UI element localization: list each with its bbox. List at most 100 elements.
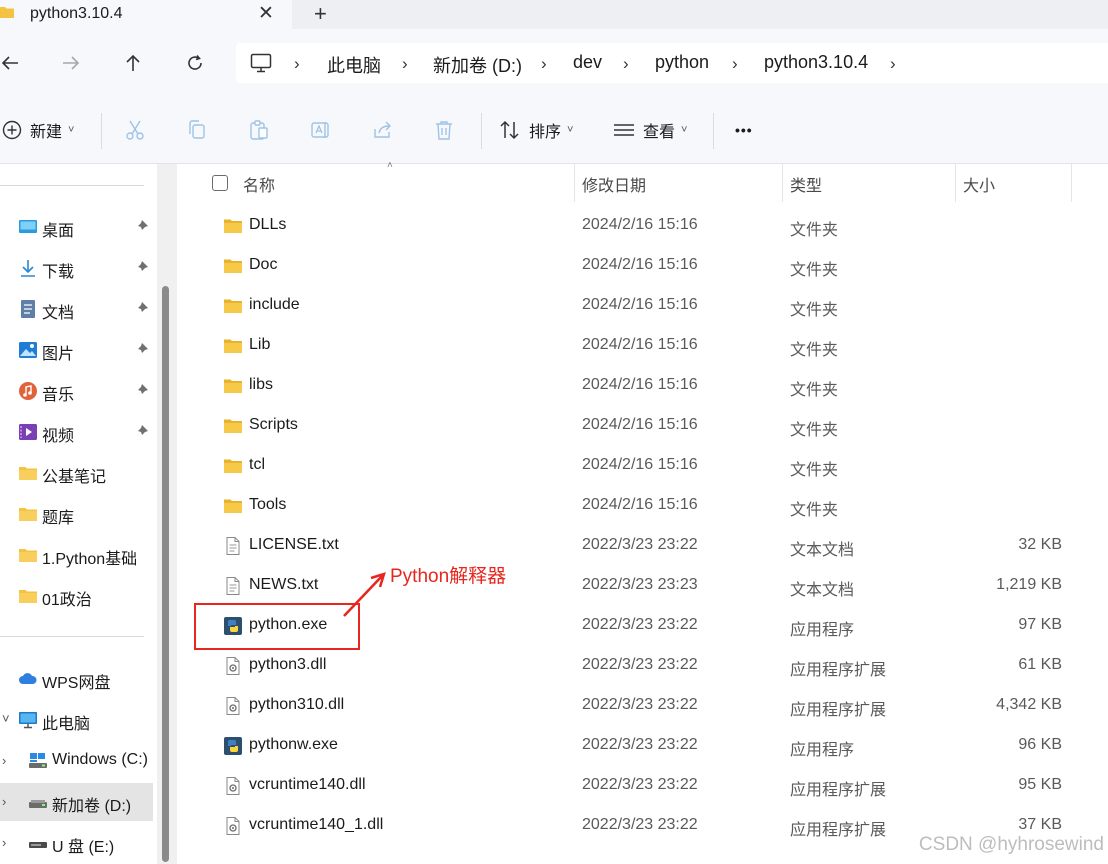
pin-icon[interactable] — [135, 301, 149, 315]
file-size: 96 KB — [1018, 736, 1062, 753]
sidebar-item-pictures[interactable]: 图片 — [0, 331, 156, 369]
breadcrumb-python3-10-4[interactable]: python3.10.4 — [764, 52, 868, 73]
chevron-right-icon[interactable]: › — [402, 54, 408, 74]
file-type: 应用程序扩展 — [790, 702, 887, 719]
folder-icon — [0, 7, 14, 18]
breadcrumb-this-pc[interactable]: 此电脑 — [327, 52, 381, 78]
tab-python3-10-4[interactable]: python3.10.4 ✕ — [0, 0, 292, 29]
sidebar-item-music[interactable]: 音乐 — [0, 372, 156, 410]
breadcrumb-python[interactable]: python — [655, 52, 709, 73]
scrollbar-thumb[interactable] — [162, 286, 169, 862]
chevron-right-icon[interactable]: › — [294, 54, 300, 74]
sidebar-item-usb-e[interactable]: › U 盘 (E:) — [0, 824, 156, 862]
file-row[interactable]: vcruntime140.dll 2022/3/23 23:22 应用程序扩展 95 … — [178, 766, 1108, 806]
navigation-bar: › 此电脑 › 新加卷 (D:) › dev › python › python… — [0, 29, 1108, 97]
forward-button[interactable] — [58, 50, 84, 76]
sidebar-item-desktop[interactable]: 桌面 — [0, 208, 156, 246]
sidebar-item-folder[interactable]: 题库 — [0, 495, 156, 533]
view-button[interactable]: 查看 ˅ — [613, 115, 687, 145]
address-bar[interactable]: › 此电脑 › 新加卷 (D:) › dev › python › python… — [236, 43, 1108, 83]
refresh-icon — [188, 54, 202, 70]
column-divider[interactable] — [1071, 164, 1072, 202]
pin-icon[interactable] — [135, 424, 149, 438]
file-row[interactable]: libs 2024/2/16 15:16 文件夹 — [178, 366, 1108, 406]
file-name: vcruntime140.dll — [249, 776, 366, 793]
column-header-date[interactable]: 修改日期 — [582, 172, 646, 196]
file-size: 32 KB — [1018, 536, 1062, 553]
back-button[interactable] — [0, 50, 23, 76]
chevron-right-icon[interactable]: › — [2, 835, 6, 850]
pin-icon[interactable] — [135, 219, 149, 233]
column-divider[interactable] — [955, 164, 956, 202]
pin-icon[interactable] — [135, 383, 149, 397]
sidebar-item-drive-d[interactable]: › 新加卷 (D:) — [0, 783, 153, 821]
file-row[interactable]: include 2024/2/16 15:16 文件夹 — [178, 286, 1108, 326]
sidebar-item-drive-c[interactable]: › Windows (C:) — [0, 742, 156, 780]
file-modified-date: 2024/2/16 15:16 — [582, 256, 698, 273]
chevron-down-icon[interactable]: ˅ — [2, 711, 10, 726]
breadcrumb-drive-d[interactable]: 新加卷 (D:) — [433, 52, 522, 78]
scissors-icon — [126, 120, 144, 140]
column-header-name[interactable]: 名称 — [243, 172, 275, 196]
sidebar-item-downloads[interactable]: 下载 — [0, 249, 156, 287]
breadcrumb-dev[interactable]: dev — [573, 52, 602, 73]
arrow-annotation-icon — [343, 572, 386, 617]
sidebar-item-documents[interactable]: 文档 — [0, 290, 156, 328]
file-row[interactable]: LICENSE.txt 2022/3/23 23:22 文本文档 32 KB — [178, 526, 1108, 566]
file-row[interactable]: NEWS.txt 2022/3/23 23:23 文本文档 1,219 KB — [178, 566, 1108, 606]
share-button[interactable] — [372, 115, 394, 145]
paste-button[interactable] — [248, 115, 270, 145]
file-row[interactable]: python3.dll 2022/3/23 23:22 应用程序扩展 61 KB — [178, 646, 1108, 686]
chevron-right-icon[interactable]: › — [732, 54, 738, 74]
rename-button[interactable] — [310, 115, 332, 145]
sidebar-item-videos[interactable]: 视频 — [0, 413, 156, 451]
column-divider[interactable] — [782, 164, 783, 202]
sidebar-item-folder[interactable]: 公基笔记 — [0, 454, 156, 492]
chevron-right-icon[interactable]: › — [2, 753, 6, 768]
cut-button[interactable] — [124, 115, 146, 145]
column-divider[interactable] — [574, 164, 575, 202]
column-header-type[interactable]: 类型 — [790, 172, 822, 196]
column-header-size[interactable]: 大小 — [963, 172, 995, 196]
pin-icon[interactable] — [135, 260, 149, 274]
chevron-right-icon[interactable]: › — [623, 54, 629, 74]
file-row[interactable]: python310.dll 2022/3/23 23:22 应用程序扩展 4,342 … — [178, 686, 1108, 726]
tab-title: python3.10.4 — [30, 5, 123, 22]
sidebar-item-this-pc[interactable]: ˅ 此电脑 — [0, 701, 156, 739]
refresh-button[interactable] — [182, 50, 208, 76]
sidebar-item-wps-drive[interactable]: WPS网盘 — [0, 660, 156, 698]
chevron-right-icon[interactable]: › — [541, 54, 547, 74]
file-modified-date: 2024/2/16 15:16 — [582, 496, 698, 513]
file-type: 应用程序扩展 — [790, 782, 887, 799]
file-row[interactable]: Tools 2024/2/16 15:16 文件夹 — [178, 486, 1108, 526]
annotation-label: Python解释器 — [390, 566, 507, 587]
file-name: LICENSE.txt — [249, 536, 339, 553]
more-options-button[interactable]: ••• — [735, 115, 753, 145]
file-type: 文件夹 — [790, 302, 839, 319]
file-type: 文件夹 — [790, 502, 839, 519]
new-button[interactable]: 新建 ˅ — [2, 115, 74, 145]
copy-button[interactable] — [186, 115, 208, 145]
sidebar-item-folder[interactable]: 1.Python基础 — [0, 536, 156, 574]
sidebar-scrollbar[interactable] — [157, 164, 177, 864]
file-row[interactable]: DLLs 2024/2/16 15:16 文件夹 — [178, 206, 1108, 246]
file-row[interactable]: pythonw.exe 2022/3/23 23:22 应用程序 96 KB — [178, 726, 1108, 766]
select-all-checkbox[interactable] — [212, 175, 228, 191]
new-tab-button[interactable]: + — [314, 1, 327, 27]
sort-button[interactable]: 排序 ˅ — [499, 115, 573, 145]
file-row[interactable]: Doc 2024/2/16 15:16 文件夹 — [178, 246, 1108, 286]
close-icon[interactable]: ✕ — [258, 2, 274, 25]
file-row[interactable]: Lib 2024/2/16 15:16 文件夹 — [178, 326, 1108, 366]
pin-icon[interactable] — [135, 342, 149, 356]
file-row[interactable]: tcl 2024/2/16 15:16 文件夹 — [178, 446, 1108, 486]
chevron-right-icon[interactable]: › — [2, 794, 6, 809]
sort-label: 排序 — [529, 124, 562, 141]
sidebar-item-folder[interactable]: 01政治 — [0, 577, 156, 615]
file-type: 文件夹 — [790, 222, 839, 239]
delete-button[interactable] — [433, 115, 455, 145]
chevron-down-icon: ˅ — [681, 124, 688, 136]
up-button[interactable] — [120, 50, 146, 76]
file-row[interactable]: Scripts 2024/2/16 15:16 文件夹 — [178, 406, 1108, 446]
chevron-right-icon[interactable]: › — [890, 54, 896, 74]
sort-icon — [500, 120, 519, 140]
